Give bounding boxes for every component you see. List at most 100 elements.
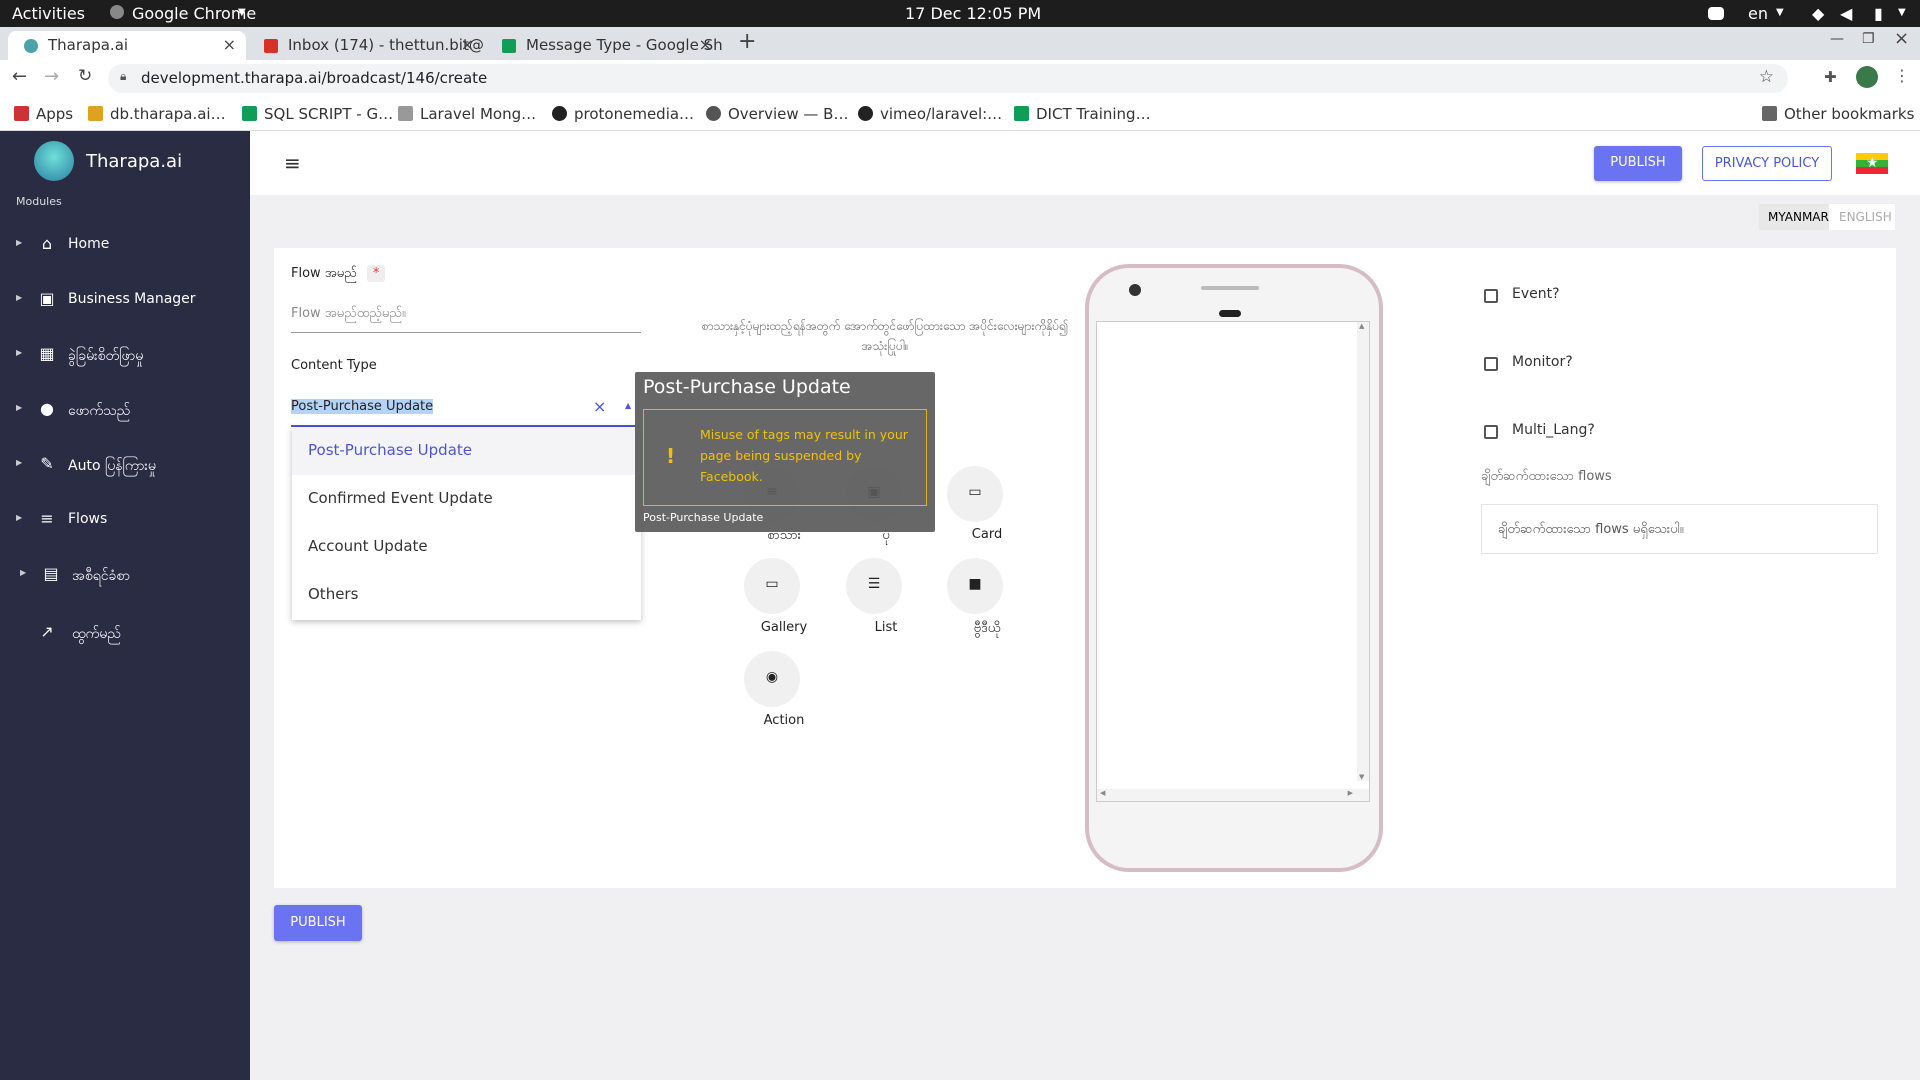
lang-english-button[interactable]: ENGLISH [1839,210,1892,224]
wifi-icon[interactable]: ◆ [1812,4,1824,23]
tharapa-favicon-icon [24,39,38,53]
sheets-icon [242,106,257,121]
bookmark-dict[interactable]: DICT Training… [1014,105,1151,123]
caret-up-icon[interactable]: ▲ [625,401,631,410]
multi-lang-checkbox[interactable] [1484,425,1498,439]
chevron-down-icon: ▼ [238,7,246,18]
discord-icon[interactable] [1708,5,1724,24]
sidebar: Tharapa.ai Modules ▶ ⌂ Home ▶ ▣ Business… [0,131,250,1080]
caret-right-icon: ▶ [16,458,23,467]
privacy-policy-button[interactable]: PRIVACY POLICY [1702,146,1832,181]
dashboard-icon: ▦ [39,344,55,363]
lang-myanmar-button[interactable]: MYANMAR [1759,204,1829,230]
scroll-right-icon[interactable]: ▶ [1348,789,1353,797]
sidebar-item-label: ခွဲခြမ်းစိတ်ဖြာမှု [68,348,144,364]
hamburger-menu-icon[interactable]: ≡ [284,151,301,175]
tab-tharapa[interactable]: Tharapa.ai × [8,31,246,60]
monitor-checkbox[interactable] [1484,357,1498,371]
new-tab-button[interactable]: + [738,29,756,54]
flow-name-label: Flow အမည် * [291,265,386,284]
system-menu-chevron-icon[interactable]: ▼ [1898,7,1906,18]
list-icon: ☰ [867,576,881,592]
dropdown-option[interactable]: Others [292,571,641,619]
sidebar-item-business-manager[interactable]: ▶ ▣ Business Manager [0,281,250,321]
clock[interactable]: 17 Dec 12:05 PM [905,4,1041,23]
block-label: ဗွီဒီယို [973,621,1001,636]
tooltip-title: Post-Purchase Update [643,376,851,398]
bookmark-vimeo[interactable]: vimeo/laravel:… [858,105,1002,123]
blocks-hint: စာသားနှင့်ပုံများထည့်ရန်အတွက် အောက်တွင်ဖ… [701,319,1069,353]
content-type-tooltip: Post-Purchase Update ! Misuse of tags ma… [635,372,935,532]
url-input[interactable]: 🔒︎ development.tharapa.ai/broadcast/146/… [108,64,1788,93]
myanmar-flag-icon[interactable]: ★ [1856,153,1888,174]
restore-icon[interactable]: ❐ [1862,31,1875,47]
phone-sensor [1219,310,1241,317]
bookmark-other[interactable]: Other bookmarks [1762,105,1914,123]
list-block-button[interactable]: ☰ [846,558,902,614]
briefcase-icon: ▣ [39,289,55,308]
scroll-down-icon[interactable]: ▼ [1359,773,1364,781]
event-checkbox[interactable] [1484,289,1498,303]
wrench-icon: ✎ [40,454,54,473]
block-label: Gallery [760,620,808,635]
sidebar-item-analytics[interactable]: ▶ ▦ ခွဲခြမ်းစိတ်ဖြာမှု [0,336,250,376]
bookmark-sql[interactable]: SQL SCRIPT - G… [242,105,393,123]
multi-lang-label: Multi_Lang? [1512,422,1595,438]
minimize-icon[interactable]: — [1830,31,1844,47]
close-icon[interactable]: × [699,35,712,54]
caret-right-icon: ▶ [16,293,23,302]
card-block-button[interactable]: ▭ [947,466,1003,522]
sidebar-item-home[interactable]: ▶ ⌂ Home [0,226,250,266]
vertical-scrollbar[interactable]: ▲ ▼ [1357,322,1369,781]
sidebar-item-logout[interactable]: ↗ ထွက်မည် [0,614,250,654]
extensions-icon[interactable]: ✚ [1824,68,1837,86]
dropdown-option[interactable]: Post-Purchase Update [292,427,641,475]
scroll-left-icon[interactable]: ◀ [1100,789,1105,797]
star-icon[interactable]: ☆ [1759,67,1774,87]
phone-screen[interactable]: ▲ ▼ ◀ ▶ [1096,321,1370,802]
app-header: ≡ PUBLISH PRIVACY POLICY ★ [250,131,1920,195]
block-label: List [874,620,898,635]
sidebar-item-label: Auto ပြန်ကြားမှု [68,458,156,474]
bookmark-apps[interactable]: Apps [14,105,73,123]
bookmark-laravel[interactable]: Laravel Mong… [398,105,536,123]
bookmark-protonemedia[interactable]: protonemedia… [552,105,694,123]
publish-button-header[interactable]: PUBLISH [1594,146,1682,181]
profile-avatar[interactable] [1856,66,1878,88]
sidebar-item-customers[interactable]: ▶ ● ဖောက်သည် [0,391,250,431]
folder-icon [1762,106,1777,121]
dropdown-option[interactable]: Confirmed Event Update [292,475,641,523]
volume-icon[interactable]: ◀ [1840,4,1852,23]
sidebar-item-flows[interactable]: ▶ ≡ Flows [0,501,250,541]
horizontal-scrollbar[interactable]: ◀ ▶ [1097,789,1369,801]
forward-icon[interactable]: → [44,66,59,87]
video-block-button[interactable]: ■ [947,558,1003,614]
caret-right-icon: ▶ [16,238,23,247]
language-indicator[interactable]: en [1748,4,1768,23]
bookmark-overview[interactable]: Overview — B… [706,105,848,123]
sidebar-item-auto-reply[interactable]: ▶ ✎ Auto ပြန်ကြားမှု [0,446,250,486]
reload-icon[interactable]: ↻ [78,66,92,86]
tab-gmail[interactable]: Inbox (174) - thettun.bit@ × [248,31,484,60]
tab-sheets[interactable]: Message Type - Google Sh × [486,31,722,60]
dropdown-option[interactable]: Account Update [292,523,641,571]
action-block-button[interactable]: ◉ [744,651,800,707]
sidebar-item-reports[interactable]: ▶ ▤ အစီရင်ခံစာ [0,556,250,596]
scroll-up-icon[interactable]: ▲ [1359,322,1364,330]
flow-name-field[interactable]: Flow အမည်ထည့်မည်။ [291,305,641,333]
close-icon[interactable]: × [461,35,474,54]
back-icon[interactable]: ← [12,66,27,87]
apps-grid-icon [14,106,29,121]
publish-button-bottom[interactable]: PUBLISH [274,905,362,941]
battery-icon[interactable]: ▮ [1874,4,1883,23]
content-type-select[interactable]: Post-Purchase Update × ▲ [291,397,636,427]
gallery-block-button[interactable]: ▭ [744,558,800,614]
block-label: Action [763,713,805,728]
clear-icon[interactable]: × [593,397,606,416]
more-menu-icon[interactable]: ⋮ [1894,66,1910,85]
close-icon[interactable]: × [223,35,236,54]
close-window-icon[interactable]: × [1894,28,1909,49]
activities-button[interactable]: Activities [12,4,85,23]
content-type-value: Post-Purchase Update [291,399,434,414]
bookmark-db[interactable]: db.tharapa.ai… [88,105,226,123]
